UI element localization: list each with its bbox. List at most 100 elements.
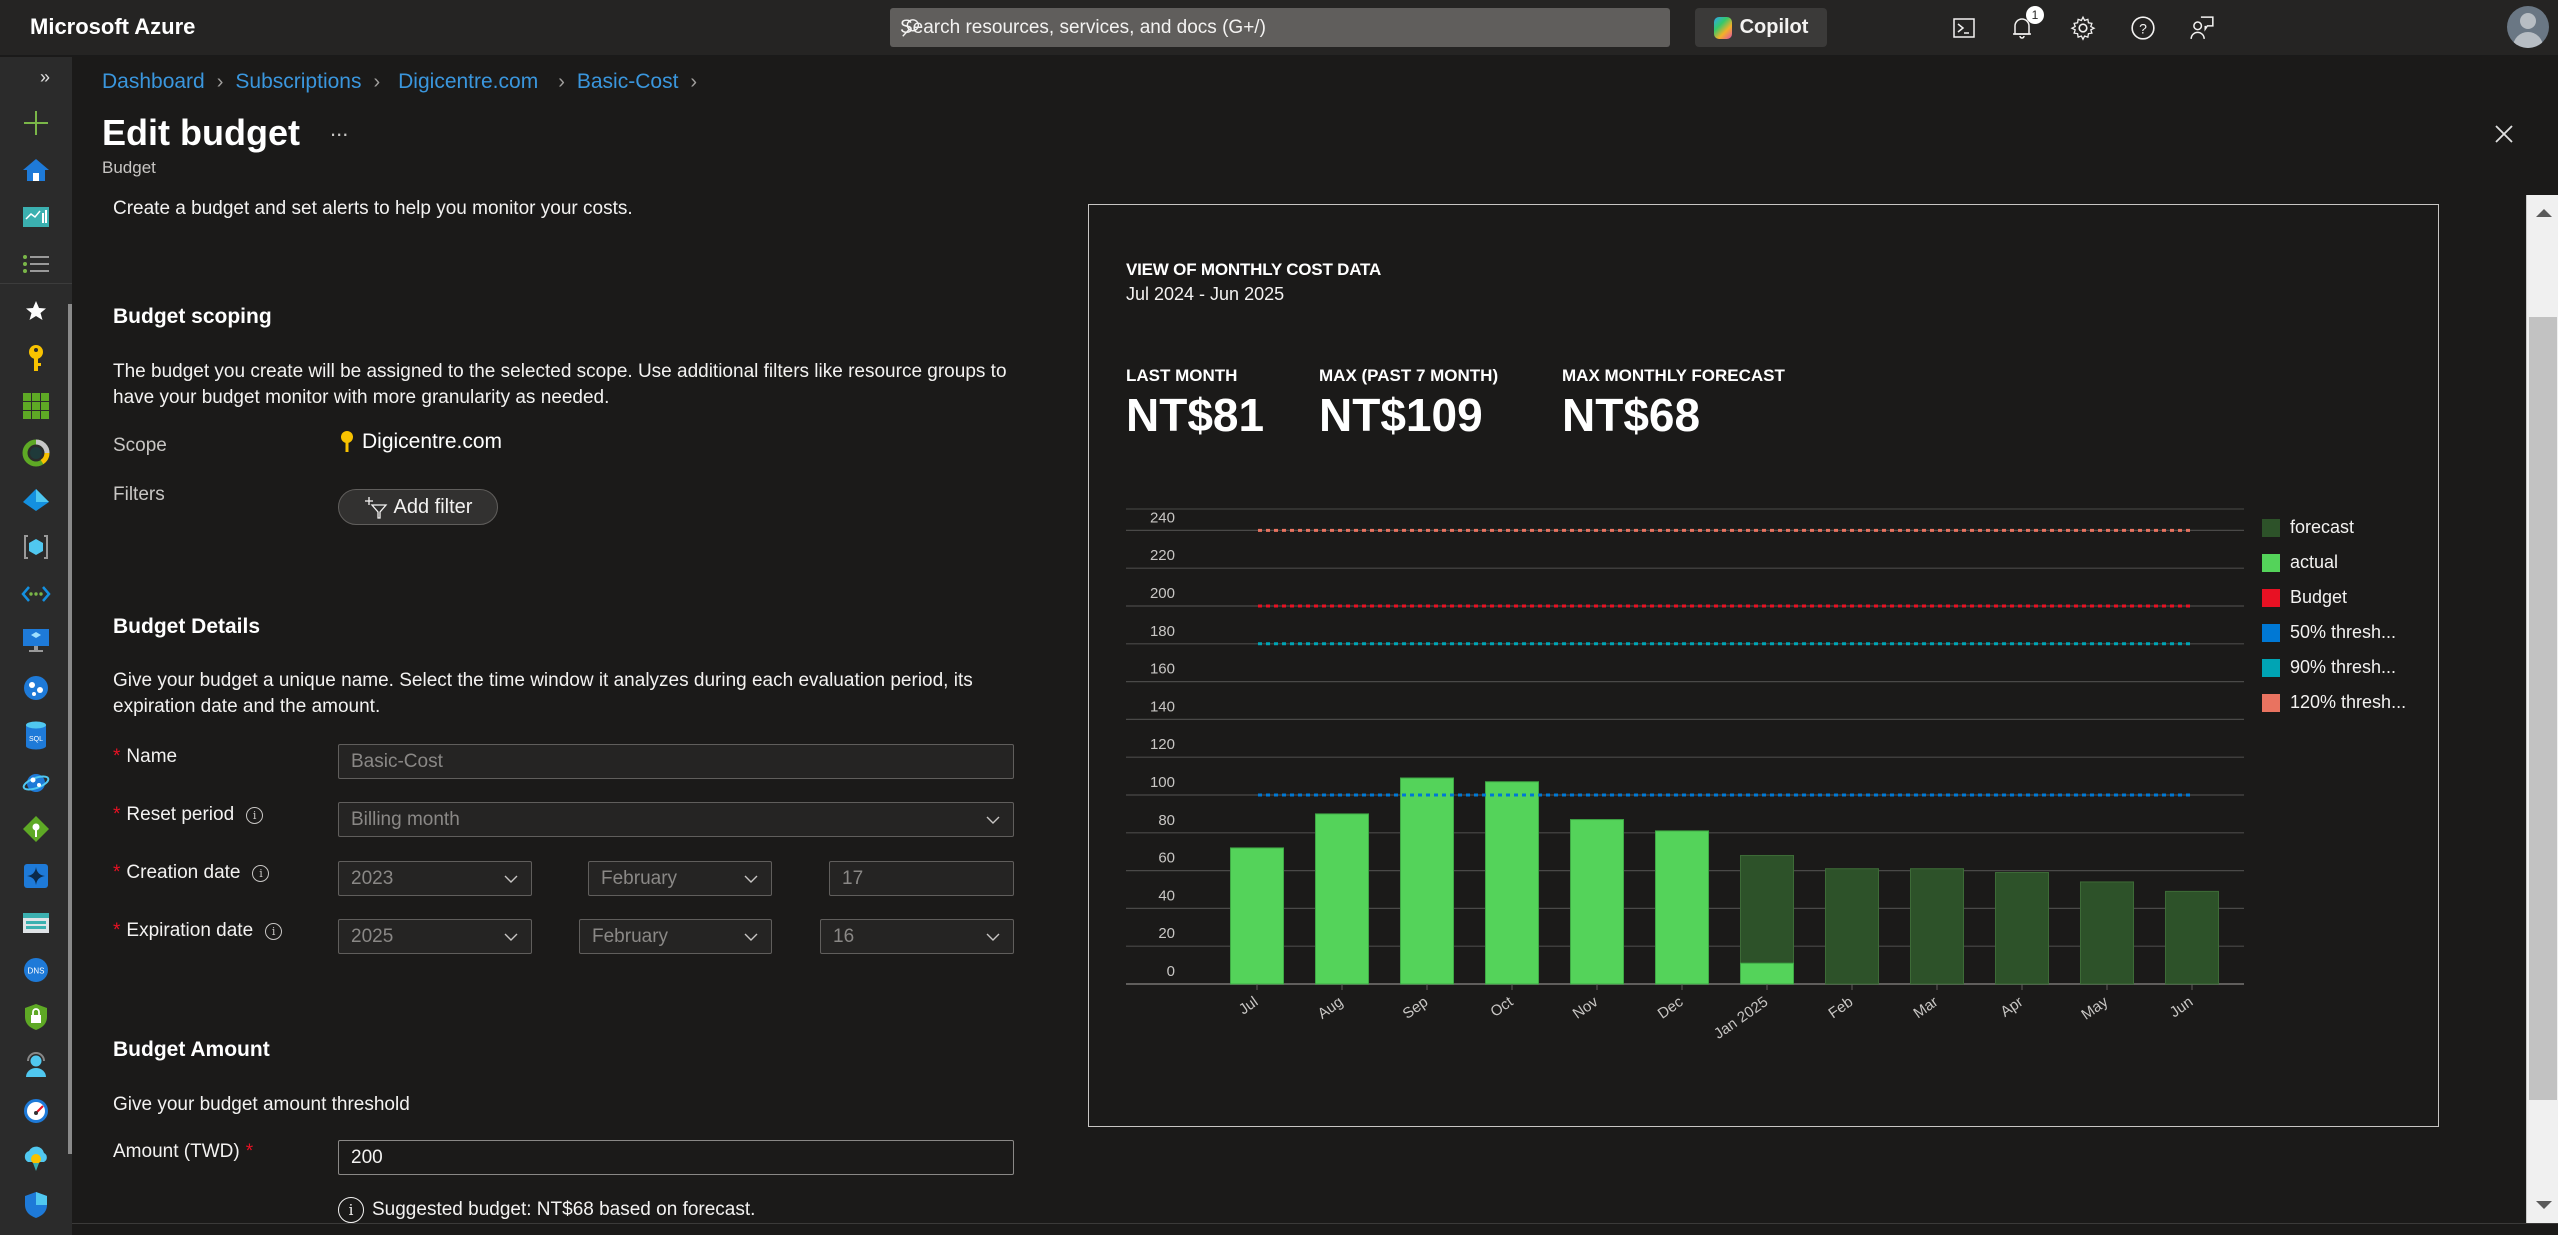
expiration-month-select[interactable]: February [579,919,772,954]
legend-item[interactable]: Budget [2262,580,2406,615]
name-label: * Name [113,746,177,768]
sidebar-item-virtual-machines[interactable] [20,625,52,657]
chevron-right-icon: › [690,70,698,93]
creation-year-select[interactable]: 2023 [338,861,532,896]
sidebar-item-cosmos-db[interactable] [20,766,52,798]
sidebar-item-key-vaults[interactable] [20,1001,52,1033]
sidebar-item-home[interactable] [20,154,52,186]
sidebar-item-entra-id[interactable] [20,484,52,516]
expiration-day-select[interactable]: 16 [820,919,1014,954]
scoping-description: The budget you create will be assigned t… [113,361,1007,408]
close-icon [2495,125,2513,143]
cost-management-icon [22,439,50,467]
amount-input[interactable]: 200 [338,1140,1014,1175]
page-scrollbar[interactable] [2526,195,2558,1223]
forecast-bar [1910,868,1964,985]
scroll-down-arrow-icon[interactable] [2536,1201,2552,1209]
sidebar-item-all-services[interactable] [20,248,52,280]
creation-day-field[interactable]: 17 [829,861,1014,896]
bottom-edge [72,1223,2558,1235]
sidebar-item-dns-zones[interactable]: DNS [20,954,52,986]
help-button[interactable]: ? [2127,12,2159,44]
copilot-label: Copilot [1739,16,1809,38]
cloud-shell-button[interactable] [1948,12,1980,44]
sidebar-item-sql-databases[interactable]: SQL [20,719,52,751]
info-icon: i [338,1197,364,1223]
x-tick-label: Jul [1236,993,1261,1018]
sidebar-item-monitor[interactable] [20,1095,52,1127]
sidebar-item-favorites[interactable] [20,295,52,327]
sidebar-item-ai-services[interactable] [20,860,52,892]
required-mark: * [113,920,121,941]
feedback-button[interactable] [2186,12,2218,44]
name-field[interactable]: Basic-Cost [338,744,1014,779]
sidebar-item-support[interactable] [20,1048,52,1080]
sidebar-item-dashboard[interactable] [20,201,52,233]
chevron-down-icon [504,875,518,883]
legend-item[interactable]: 120% thresh... [2262,685,2406,720]
creation-day-value: 17 [842,867,864,889]
legend-item[interactable]: forecast [2262,510,2406,545]
info-icon[interactable]: i [252,864,270,882]
required-mark: * [113,804,121,825]
sidebar-item-defender[interactable] [20,1189,52,1221]
legend-item[interactable]: 90% thresh... [2262,650,2406,685]
sidebar-item-virtual-networks[interactable] [20,578,52,610]
chevron-right-icon: › [373,70,381,93]
add-filter-button[interactable]: Add filter [338,489,498,525]
breadcrumb-budget[interactable]: Basic-Cost [577,70,679,94]
close-button[interactable] [2492,122,2516,146]
sidebar-item-resource-groups[interactable] [20,531,52,563]
y-tick-label: 160 [1150,661,1175,678]
sidebar-item-all-resources[interactable] [20,390,52,422]
settings-button[interactable] [2067,12,2099,44]
copilot-button[interactable]: Copilot [1695,8,1827,47]
avatar[interactable] [2507,6,2549,48]
cost-bar-chart: 0 20 40 60 80 100 120 140 160 180 200 220 240 Jul Aug S… [1126,508,2244,1043]
reset-period-select[interactable]: Billing month [338,802,1014,837]
legend-swatch [2262,518,2280,537]
brand-logo[interactable]: Microsoft Azure [30,14,195,40]
support-icon [26,1052,46,1077]
notifications-button[interactable]: 1 [2006,6,2044,44]
sidebar-item-load-balancers[interactable] [20,813,52,845]
sidebar-item-app-services[interactable] [20,672,52,704]
svg-text:?: ? [2139,20,2147,36]
x-tick-label: Mar [1910,993,1941,1022]
breadcrumb: Dashboard › Subscriptions › Digicentre.c… [102,70,709,94]
info-icon[interactable]: i [246,806,264,824]
sidebar-item-advisor[interactable] [20,1142,52,1174]
more-options-icon[interactable]: ... [330,116,348,142]
entra-id-icon [23,489,49,511]
info-icon[interactable]: i [265,922,283,940]
scope-name[interactable]: Digicentre.com [362,430,502,454]
shield-lock-icon [25,1004,47,1030]
x-tick-label: May [2078,993,2111,1023]
breadcrumb-subscription[interactable]: Digicentre.com [398,70,538,94]
sidebar-item-subscriptions[interactable] [20,342,52,374]
sidebar-scrollbar[interactable] [68,304,72,1154]
chevron-right-icon: › [216,70,224,93]
legend-item[interactable]: actual [2262,545,2406,580]
search-placeholder: Search resources, services, and docs (G+… [900,16,1266,38]
notification-badge: 1 [2026,6,2044,24]
legend-item[interactable]: 50% thresh... [2262,615,2406,650]
breadcrumb-dashboard[interactable]: Dashboard [102,70,205,94]
page-title: Edit budget [102,112,300,153]
scroll-up-arrow-icon[interactable] [2536,209,2552,217]
expiration-year-select[interactable]: 2025 [338,919,532,954]
name-value: Basic-Cost [351,750,443,772]
sidebar-item-cost-management[interactable] [20,437,52,469]
sidebar-item-storage-accounts[interactable] [20,907,52,939]
search-input[interactable]: Search resources, services, and docs (G+… [890,8,1670,47]
expand-sidebar-icon[interactable]: » [40,67,50,88]
chevron-down-icon [744,933,758,941]
scrollbar-thumb[interactable] [2529,317,2557,1100]
creation-month-select[interactable]: February [588,861,772,896]
required-mark: * [245,1141,254,1162]
name-label-text: Name [126,746,178,767]
breadcrumb-subscriptions[interactable]: Subscriptions [235,70,361,94]
sidebar-item-create-resource[interactable] [20,107,52,139]
ai-services-icon [24,864,48,888]
y-tick-label: 20 [1158,925,1175,942]
